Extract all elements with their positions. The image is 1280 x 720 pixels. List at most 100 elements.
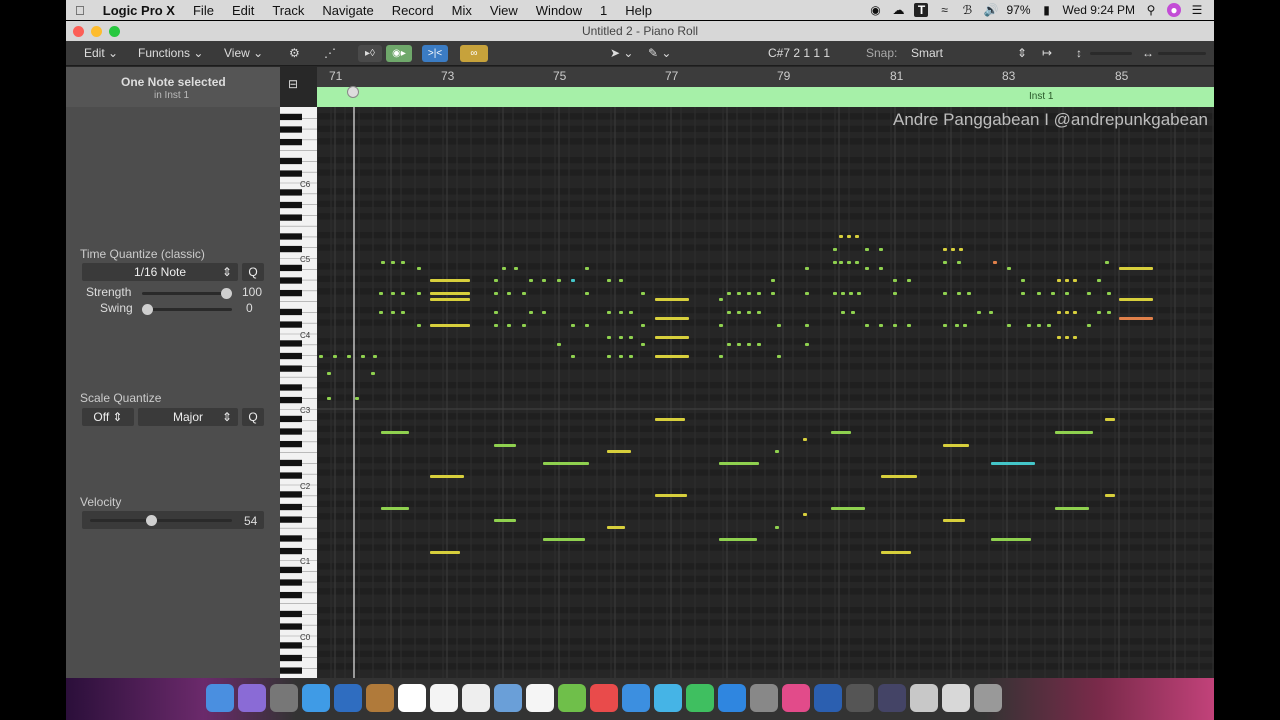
dock-app-icon[interactable] [846, 684, 874, 712]
midi-note [855, 235, 859, 238]
catch-icon[interactable]: ◉▸ [386, 45, 412, 62]
dock-app-icon[interactable] [814, 684, 842, 712]
bluetooth-icon[interactable]: ℬ [960, 3, 974, 17]
swing-slider-knob[interactable] [142, 304, 153, 315]
midi-note [494, 292, 498, 295]
menu-track[interactable]: Track [263, 3, 313, 18]
minimize-icon[interactable] [91, 26, 102, 37]
region-bar[interactable]: Inst 1 [317, 86, 1214, 107]
volume-icon[interactable]: 🔊 [983, 3, 998, 17]
close-icon[interactable] [73, 26, 84, 37]
midi-note [1073, 311, 1077, 314]
dock-app-icon[interactable] [526, 684, 554, 712]
flex-icon[interactable]: >|< [422, 45, 448, 62]
text-icon[interactable]: T [914, 3, 929, 17]
dock-app-icon[interactable] [494, 684, 522, 712]
bar-ruler[interactable]: 71 73 75 77 79 81 83 85 [317, 67, 1214, 87]
time-quantize-q-button[interactable]: Q [242, 263, 264, 281]
midi-note [619, 355, 623, 358]
midi-note [430, 292, 470, 295]
menu-edit[interactable]: Edit [223, 3, 263, 18]
menu-record[interactable]: Record [383, 3, 443, 18]
scale-off-select[interactable]: Off ⇕ [82, 408, 134, 426]
pointer-tool-icon[interactable]: ➤ ⌄ [610, 46, 633, 60]
clock[interactable]: Wed 9:24 PM [1063, 3, 1135, 17]
playhead-handle[interactable] [347, 86, 359, 98]
dock-app-icon[interactable] [686, 684, 714, 712]
menu-mix[interactable]: Mix [443, 3, 481, 18]
apple-icon[interactable]:  [66, 3, 94, 18]
scale-quantize-q-button[interactable]: Q [242, 408, 264, 426]
piano-keys[interactable]: C6 C5 C4 C3 C2 C1 C0 [280, 107, 317, 678]
menu-navigate[interactable]: Navigate [313, 3, 382, 18]
zoom-icon[interactable] [109, 26, 120, 37]
menu-window[interactable]: Window [527, 3, 591, 18]
midi-in-icon[interactable]: ▸◊ [358, 45, 382, 62]
collapse-icon[interactable]: ⊟ [288, 77, 298, 91]
velocity-tool-icon[interactable]: ⋰ [324, 46, 336, 60]
dock-app-icon[interactable] [430, 684, 458, 712]
black-key [280, 138, 302, 146]
record-status-icon[interactable]: ◉ [868, 3, 882, 17]
piano-keyboard[interactable]: C6 C5 C4 C3 C2 C1 C0 [280, 107, 317, 678]
menu-view[interactable]: View [481, 3, 527, 18]
strength-slider-knob[interactable] [221, 288, 232, 299]
link-icon[interactable]: ∞ [460, 45, 488, 62]
dock-app-icon[interactable] [974, 684, 1002, 712]
filter-icon[interactable]: ⚙ [289, 46, 300, 60]
snap-select[interactable]: Smart ⇕ [911, 46, 1027, 60]
midi-note [430, 551, 460, 554]
dock-app-icon[interactable] [206, 684, 234, 712]
velocity-slider[interactable] [90, 519, 232, 522]
functions-menu-button[interactable]: Functions ⌄ [138, 46, 203, 60]
note-grid[interactable]: Andre Panggabean I @andrepunkgabean [317, 107, 1214, 678]
vertical-zoom-slider[interactable] [1090, 52, 1132, 55]
fit-icon[interactable]: ↦ [1042, 46, 1052, 60]
dock-app-icon[interactable] [366, 684, 394, 712]
dock-app-icon[interactable] [302, 684, 330, 712]
dock-app-icon[interactable] [590, 684, 618, 712]
midi-note [879, 248, 883, 251]
midi-note [833, 292, 837, 295]
vertical-zoom-icon[interactable]: ↕ [1076, 46, 1082, 60]
dock-app-icon[interactable] [718, 684, 746, 712]
dock-app-icon[interactable] [782, 684, 810, 712]
pencil-tool-icon[interactable]: ✎ ⌄ [648, 46, 671, 60]
dock-app-icon[interactable] [878, 684, 906, 712]
battery-icon[interactable]: ▮ [1040, 3, 1054, 17]
midi-note [607, 336, 611, 339]
search-icon[interactable]: ⚲ [1144, 3, 1158, 17]
menu-file[interactable]: File [184, 3, 223, 18]
black-key [280, 365, 302, 372]
cloud-icon[interactable]: ☁ [891, 3, 905, 17]
time-quantize-select[interactable]: 1/16 Note ⇕ [82, 263, 238, 281]
wifi-icon[interactable]: ≈ [937, 3, 951, 17]
menu-help[interactable]: Help [616, 3, 661, 18]
dock-app-icon[interactable] [750, 684, 778, 712]
edit-menu-button[interactable]: Edit ⌄ [84, 46, 118, 60]
dock-app-icon[interactable] [462, 684, 490, 712]
dock-app-icon[interactable] [654, 684, 682, 712]
swing-slider[interactable] [142, 308, 232, 311]
dock-app-icon[interactable] [238, 684, 266, 712]
scale-mode-select[interactable]: Major ⇕ [138, 408, 238, 426]
notes-layer[interactable] [317, 107, 1214, 678]
menu-app-name[interactable]: Logic Pro X [94, 3, 184, 18]
dock-app-icon[interactable] [910, 684, 938, 712]
horizontal-zoom-icon[interactable]: ↔ [1142, 46, 1154, 60]
scale-quantize-label: Scale Quantize [80, 391, 162, 405]
dock-app-icon[interactable] [622, 684, 650, 712]
view-menu-button[interactable]: View ⌄ [224, 46, 263, 60]
strength-slider[interactable] [142, 292, 232, 295]
piano-roll-window: Untitled 2 - Piano Roll Edit ⌄ Functions… [66, 21, 1214, 678]
notification-center-icon[interactable]: ☰ [1190, 3, 1204, 17]
dock-app-icon[interactable] [942, 684, 970, 712]
user-icon[interactable]: ● [1167, 3, 1181, 17]
menu-1[interactable]: 1 [591, 3, 616, 18]
dock-app-icon[interactable] [270, 684, 298, 712]
dock-app-icon[interactable] [558, 684, 586, 712]
dock-app-icon[interactable] [398, 684, 426, 712]
horizontal-zoom-slider[interactable] [1158, 52, 1206, 55]
black-key [280, 189, 302, 196]
dock-app-icon[interactable] [334, 684, 362, 712]
